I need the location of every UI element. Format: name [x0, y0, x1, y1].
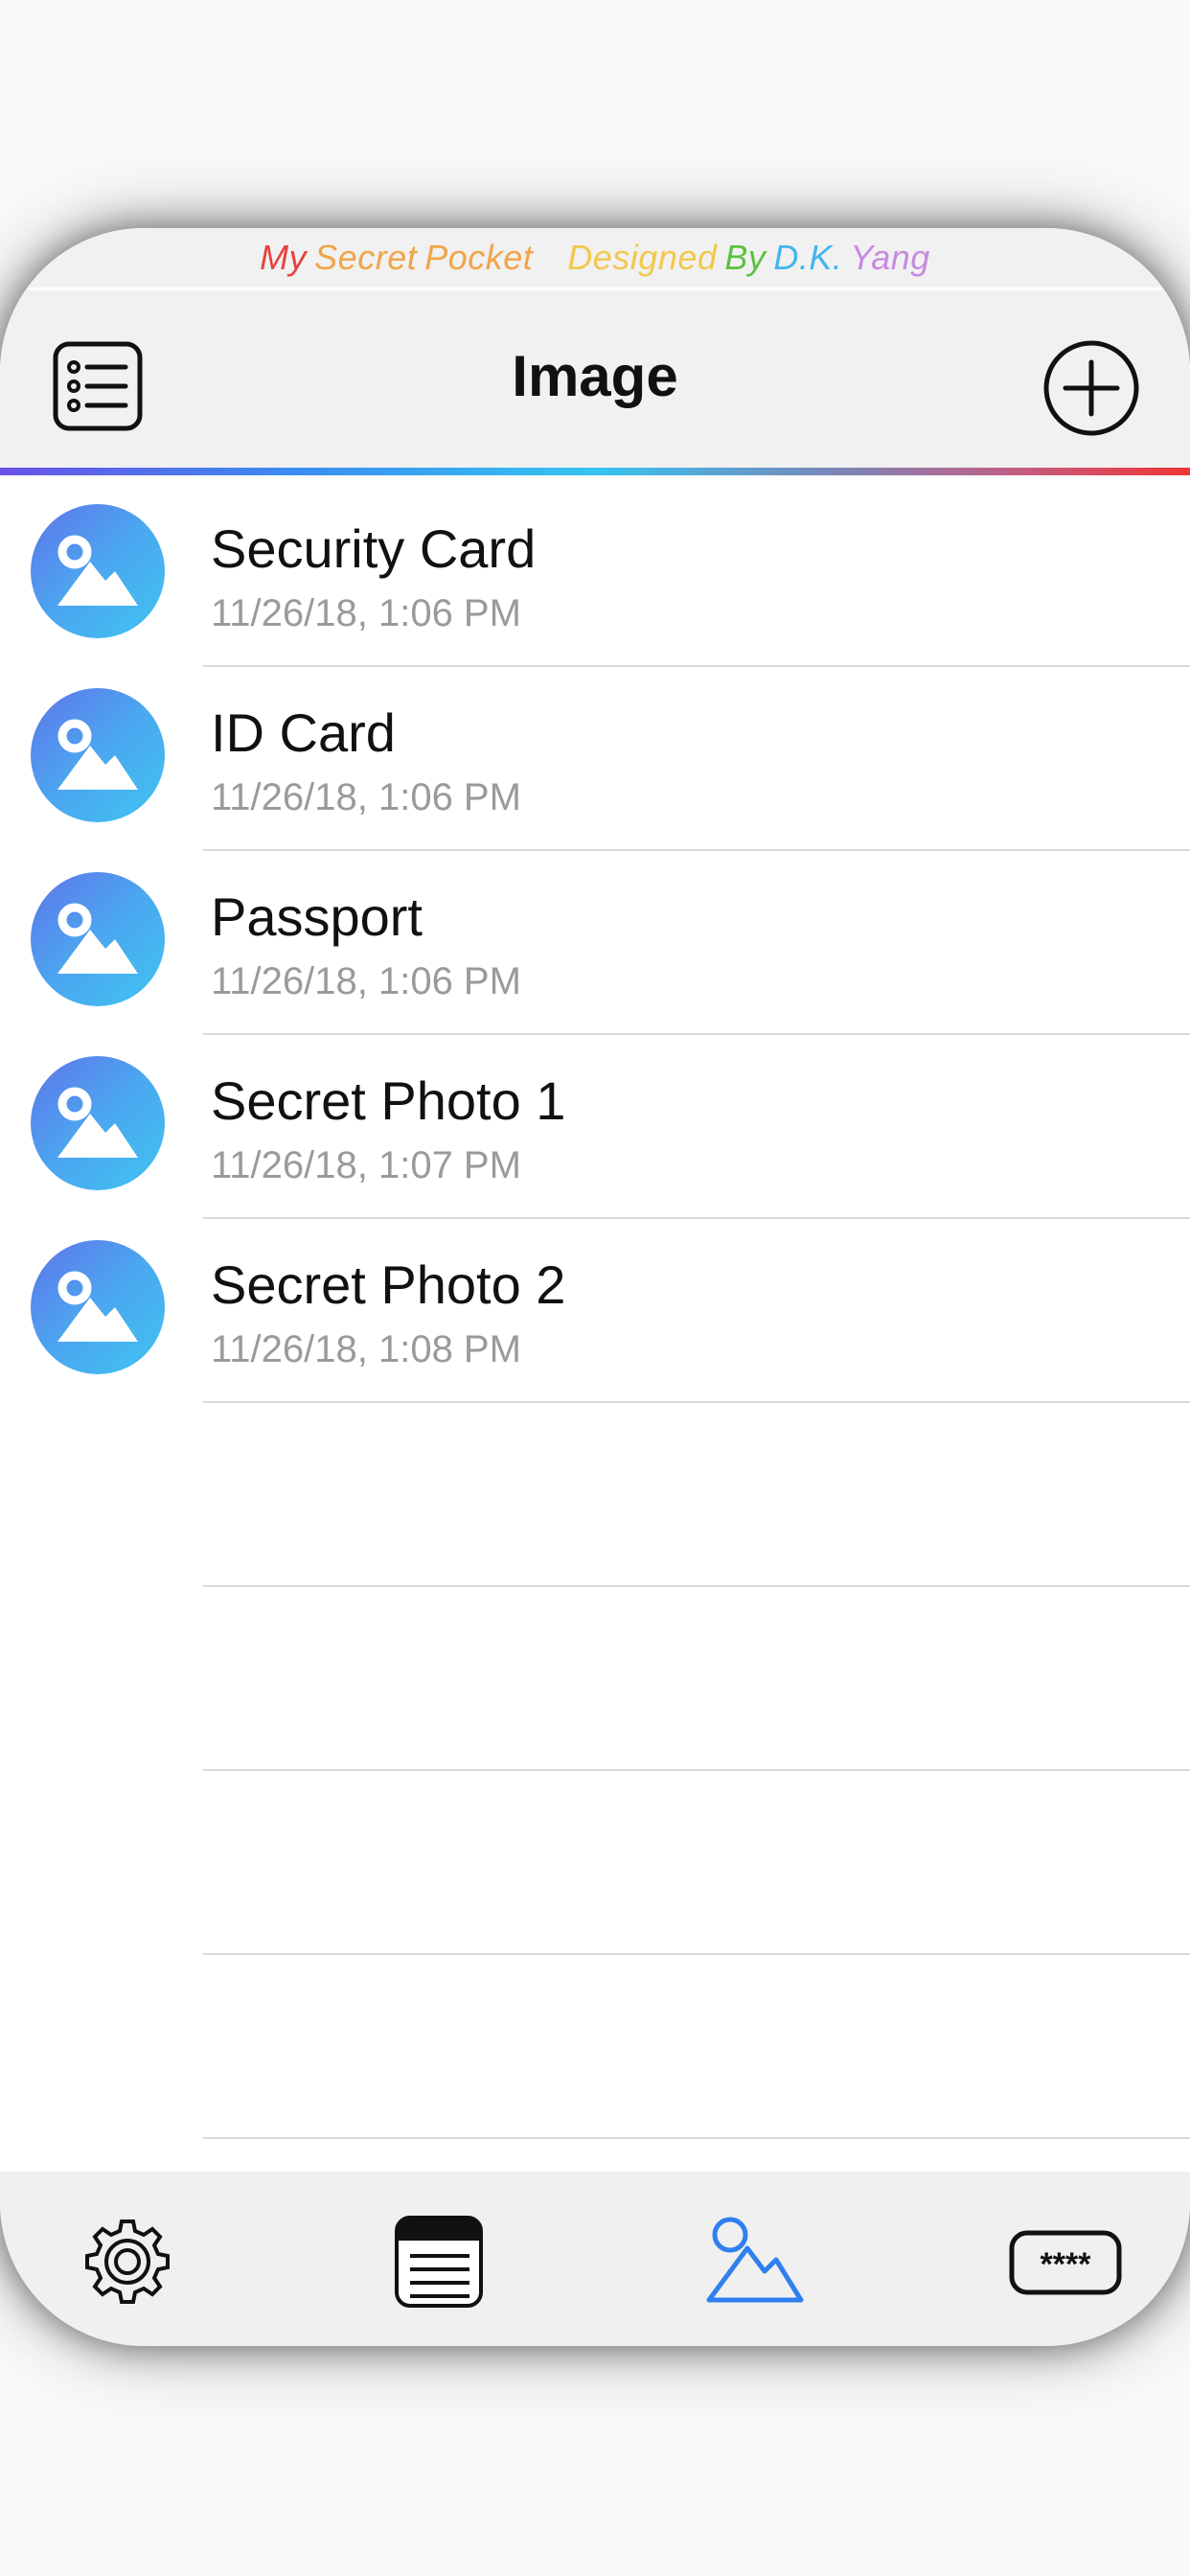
tab-notes[interactable] [387, 2214, 492, 2310]
notepad-icon [395, 2216, 483, 2308]
item-date: 11/26/18, 1:07 PM [211, 1144, 521, 1186]
row-divider [203, 2137, 1190, 2139]
image-icon [31, 688, 165, 822]
credit-word-my: My [260, 238, 308, 277]
page-title: Image [512, 344, 678, 408]
list-item[interactable]: Security Card 11/26/18, 1:06 PM [0, 475, 1190, 659]
credit-word-dk: D.K. [773, 238, 843, 277]
item-date: 11/26/18, 1:06 PM [211, 592, 521, 634]
item-date: 11/26/18, 1:06 PM [211, 960, 521, 1002]
gear-icon [85, 2220, 170, 2304]
list-item[interactable]: Secret Photo 1 11/26/18, 1:07 PM [0, 1027, 1190, 1211]
list-item[interactable]: Passport 11/26/18, 1:06 PM [0, 843, 1190, 1027]
credit-word-pocket: Pocket [424, 238, 534, 277]
credit-word-secret: Secret [314, 238, 418, 277]
image-icon [706, 2217, 804, 2303]
credit-divider [29, 288, 1161, 290]
item-title: Security Card [211, 518, 537, 579]
tab-image[interactable] [703, 2214, 809, 2310]
image-icon [31, 1240, 165, 1374]
item-title: Passport [211, 886, 423, 947]
item-date: 11/26/18, 1:08 PM [211, 1328, 521, 1370]
item-title: Secret Photo 1 [211, 1070, 566, 1131]
list-item[interactable]: ID Card 11/26/18, 1:06 PM [0, 659, 1190, 843]
tab-bar: **** [0, 2172, 1190, 2346]
list-item[interactable]: Secret Photo 2 11/26/18, 1:08 PM [0, 1211, 1190, 1395]
image-icon [31, 1056, 165, 1190]
tab-password[interactable]: **** [1008, 2214, 1122, 2310]
image-icon [31, 504, 165, 638]
add-button[interactable] [1042, 339, 1140, 437]
app-window: My Secret Pocket Designed By D.K. Yang Image [0, 228, 1190, 2346]
row-divider [203, 1953, 1190, 1955]
password-icon: **** [1009, 2230, 1122, 2295]
image-icon [31, 872, 165, 1006]
item-date: 11/26/18, 1:06 PM [211, 776, 521, 818]
tab-settings[interactable] [75, 2214, 180, 2310]
credit-word-yang: Yang [850, 238, 930, 277]
accent-gradient-bar [0, 468, 1190, 475]
credit-word-by: By [724, 238, 767, 277]
row-divider [203, 1401, 1190, 1403]
credit-banner: My Secret Pocket Designed By D.K. Yang [0, 238, 1190, 278]
top-bar: My Secret Pocket Designed By D.K. Yang Image [0, 228, 1190, 470]
row-divider [203, 1585, 1190, 1587]
credit-word-designed: Designed [567, 238, 718, 277]
svg-text:****: **** [1041, 2246, 1092, 2283]
item-title: ID Card [211, 702, 396, 763]
plus-circle-icon [1043, 340, 1139, 436]
row-divider [203, 1769, 1190, 1771]
item-title: Secret Photo 2 [211, 1254, 566, 1315]
